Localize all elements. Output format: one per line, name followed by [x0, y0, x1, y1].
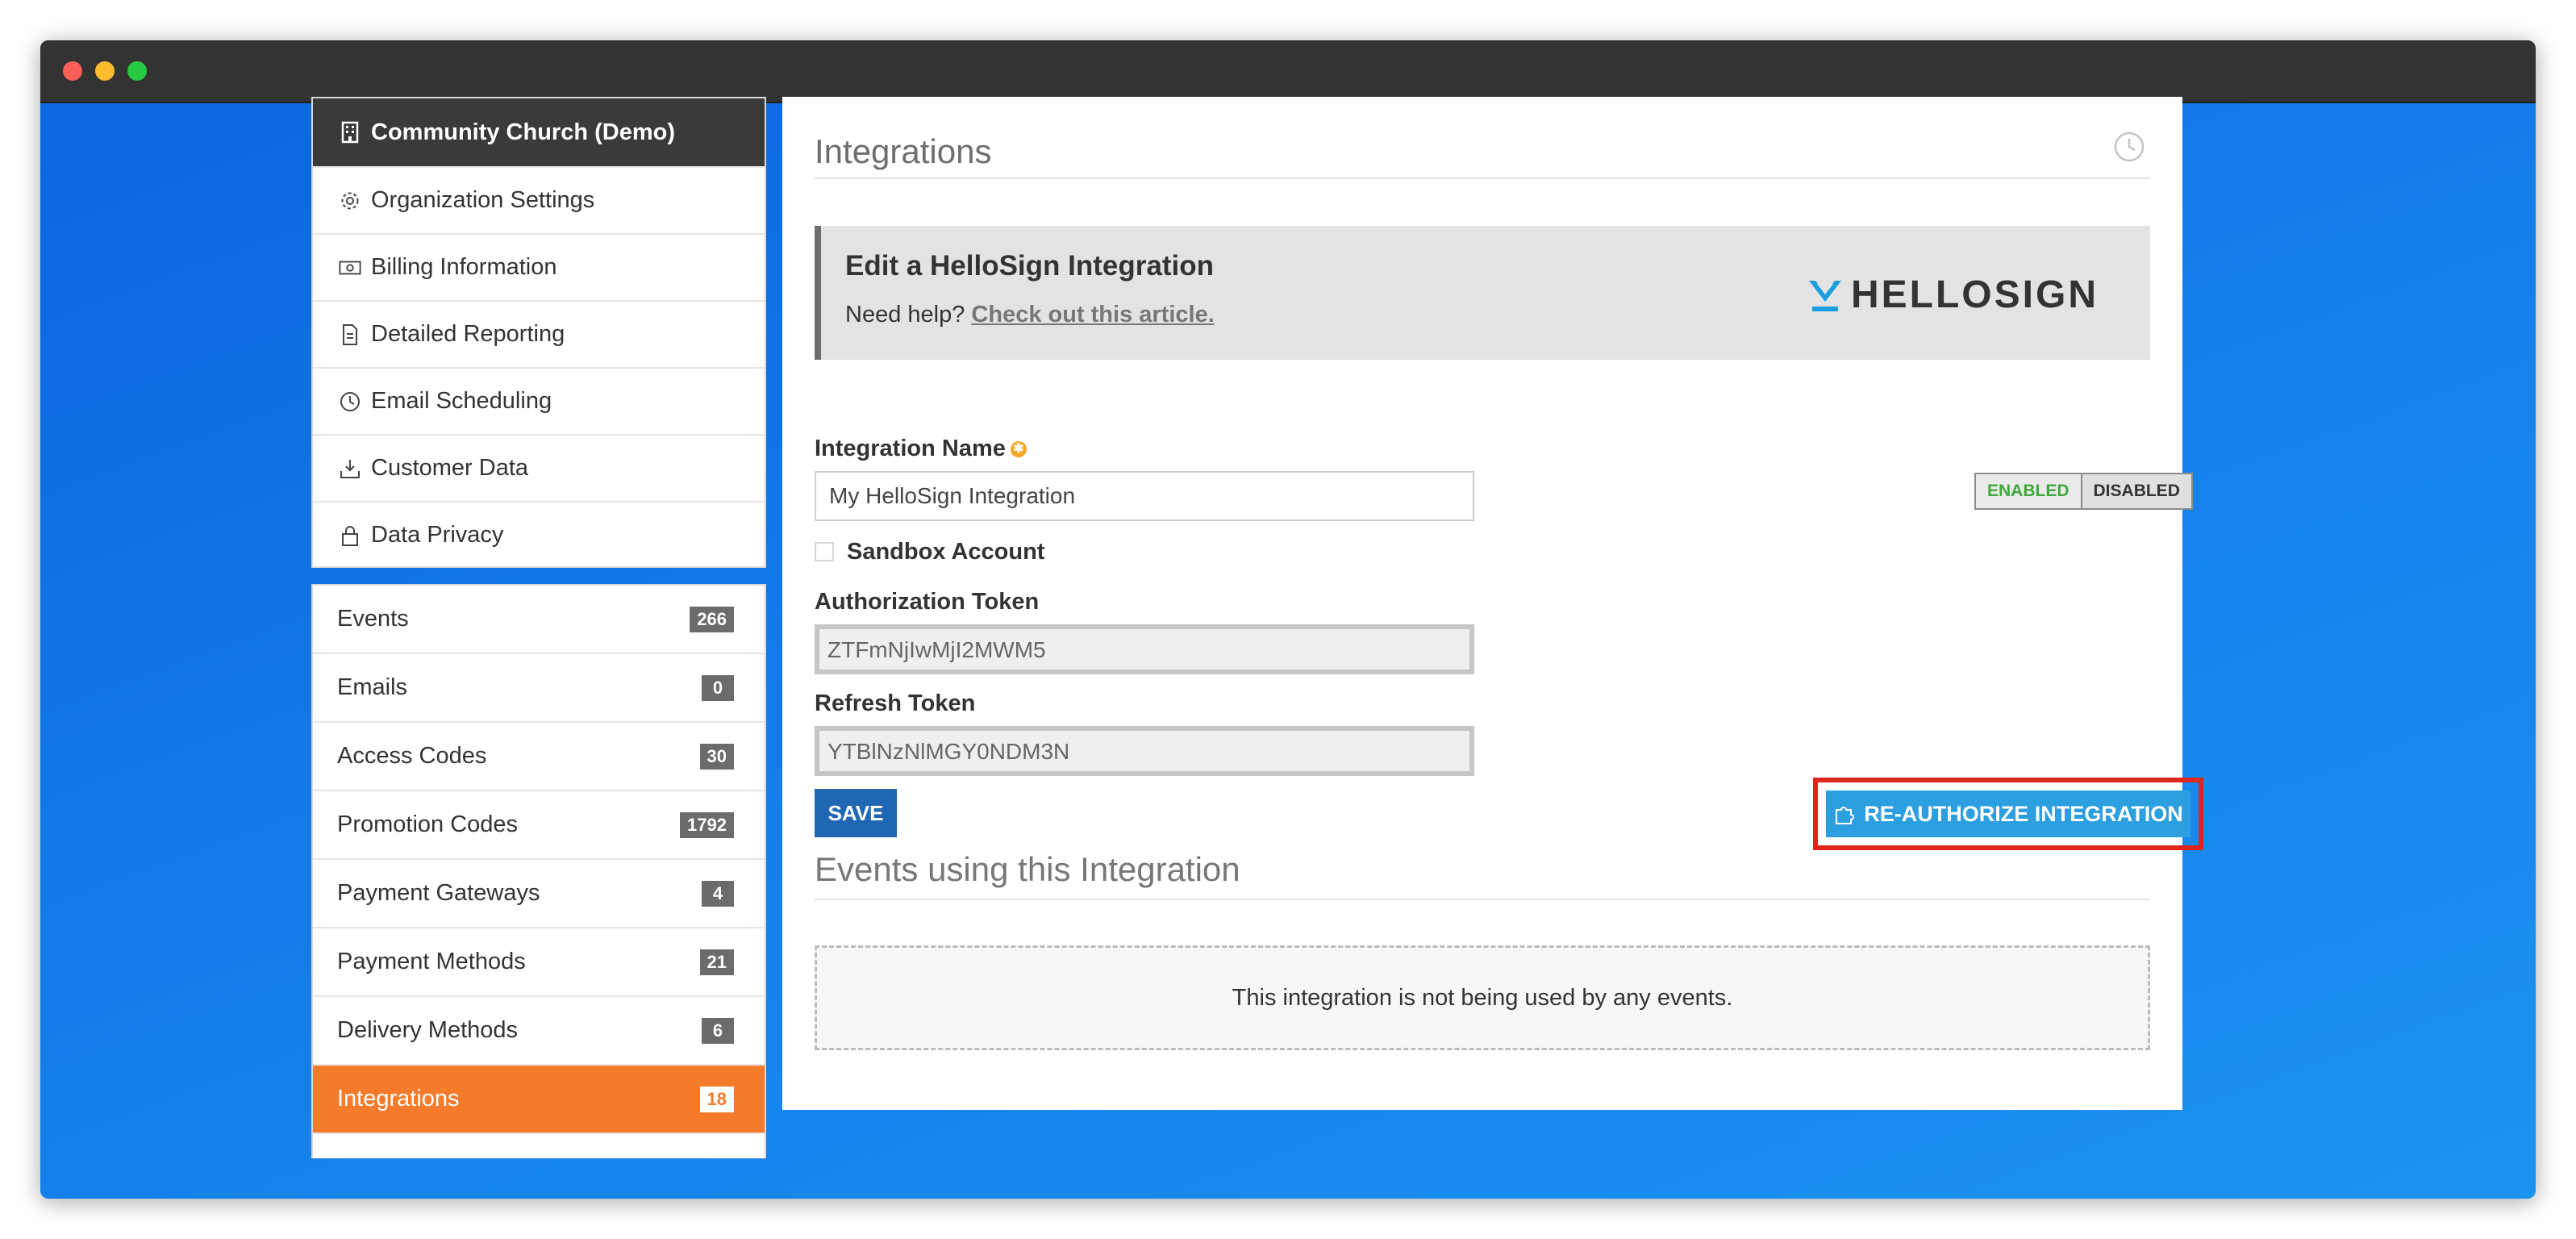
help-prefix: Need help?	[845, 302, 972, 327]
help-article-link[interactable]: Check out this article.	[971, 302, 1214, 327]
refresh-token-label: Refresh Token	[815, 690, 976, 716]
nav-item-label: Promotion Codes	[337, 811, 519, 837]
page-title: Integrations	[815, 132, 992, 170]
events-section-title: Events using this Integration	[815, 850, 1240, 888]
menu-item-email-scheduling[interactable]: Email Scheduling	[313, 367, 765, 434]
events-empty-state: This integration is not being used by an…	[815, 945, 2150, 1050]
save-button[interactable]: SAVE	[815, 789, 897, 837]
organization-menu: Community Church (Demo) Organization Set…	[311, 97, 766, 568]
nav-item-promotion-codes[interactable]: Promotion Codes 1792	[313, 791, 765, 860]
title-bar	[40, 40, 2536, 103]
banner-title: Edit a HelloSign Integration	[845, 250, 1214, 282]
nav-item-payment-gateways[interactable]: Payment Gateways 4	[313, 860, 765, 928]
history-clock-icon[interactable]	[2113, 131, 2145, 163]
reauthorize-integration-button[interactable]: RE-AUTHORIZE INTEGRATION	[1826, 791, 2190, 837]
nav-item-access-codes[interactable]: Access Codes 30	[313, 723, 765, 791]
organization-name-header[interactable]: Community Church (Demo)	[313, 98, 765, 166]
authorization-token-field[interactable]: ZTFmNjIwMjI2MWM5	[815, 624, 1474, 674]
count-badge: 21	[699, 949, 734, 975]
nav-item-label: Emails	[337, 674, 408, 700]
integration-name-input[interactable]	[815, 471, 1474, 521]
download-tray-icon	[339, 457, 361, 480]
document-icon	[339, 323, 361, 346]
menu-item-customer-data[interactable]: Customer Data	[313, 434, 765, 501]
reauthorize-highlight: RE-AUTHORIZE INTEGRATION	[1813, 778, 2203, 850]
authorization-token-value: ZTFmNjIwMjI2MWM5	[827, 637, 1046, 662]
count-badge: 30	[699, 743, 734, 770]
menu-item-label: Data Privacy	[371, 522, 504, 548]
close-window-button[interactable]	[63, 61, 82, 81]
events-section-divider	[815, 899, 2150, 900]
sandbox-account-checkbox[interactable]	[815, 542, 834, 561]
integration-name-label-text: Integration Name	[815, 436, 1006, 461]
refresh-token-value: YTBlNzNlMGY0NDM3N	[827, 739, 1070, 764]
count-badge: 1792	[680, 811, 734, 838]
sandbox-account-label: Sandbox Account	[847, 539, 1045, 565]
refresh-token-field[interactable]: YTBlNzNlMGY0NDM3N	[815, 726, 1474, 776]
nav-item-emails[interactable]: Emails 0	[313, 654, 765, 723]
nav-item-payment-methods[interactable]: Payment Methods 21	[313, 928, 765, 997]
reauthorize-label: RE-AUTHORIZE INTEGRATION	[1864, 801, 2183, 826]
hellosign-mark-icon	[1808, 280, 1841, 311]
nav-item-label: Payment Gateways	[337, 880, 540, 906]
menu-item-billing-information[interactable]: Billing Information	[313, 233, 765, 300]
nav-item-label: Events	[337, 606, 409, 632]
nav-item-label: Access Codes	[337, 743, 487, 769]
menu-item-organization-settings[interactable]: Organization Settings	[313, 166, 765, 233]
building-icon	[339, 121, 361, 144]
nav-item-events[interactable]: Events 266	[313, 586, 765, 654]
main-panel: Integrations Edit a HelloSign Integratio…	[782, 97, 2203, 1110]
clock-icon	[339, 390, 361, 413]
hellosign-wordmark: HELLOSIGN	[1850, 273, 2099, 316]
menu-item-label: Email Scheduling	[371, 388, 552, 414]
required-asterisk-icon: ✱	[1010, 441, 1027, 458]
nav-item-delivery-methods[interactable]: Delivery Methods 6	[313, 997, 765, 1066]
menu-item-detailed-reporting[interactable]: Detailed Reporting	[313, 300, 765, 367]
organization-name: Community Church (Demo)	[371, 119, 675, 145]
hellosign-logo: HELLOSIGN	[1807, 273, 2099, 317]
token-field-inner: YTBlNzNlMGY0NDM3N	[819, 731, 1469, 771]
status-toggle[interactable]: ENABLED DISABLED	[1974, 473, 2193, 510]
nav-item-label: Payment Methods	[337, 949, 526, 974]
lock-icon	[339, 524, 361, 547]
zoom-window-button[interactable]	[127, 61, 147, 81]
banknote-icon	[339, 257, 361, 279]
count-badge: 4	[702, 880, 734, 907]
puzzle-piece-icon	[1833, 802, 1857, 826]
navigation-menu: Events 266 Emails 0 Access Codes 30 Prom…	[311, 584, 766, 1158]
gear-icon	[339, 190, 361, 212]
integration-name-label: Integration Name ✱	[815, 436, 1027, 462]
disabled-option[interactable]: DISABLED	[2082, 474, 2191, 508]
token-field-inner: ZTFmNjIwMjI2MWM5	[819, 629, 1469, 670]
authorization-token-label: Authorization Token	[815, 589, 1040, 615]
banner-help-text: Need help? Check out this article.	[845, 302, 1215, 328]
count-badge: 266	[690, 606, 734, 632]
minimize-window-button[interactable]	[95, 61, 115, 81]
menu-item-data-privacy[interactable]: Data Privacy	[313, 501, 765, 568]
nav-item-label: Delivery Methods	[337, 1017, 519, 1043]
count-badge: 18	[699, 1086, 734, 1112]
enabled-option[interactable]: ENABLED	[1976, 474, 2082, 508]
title-divider	[815, 177, 2150, 179]
nav-item-label: Integrations	[337, 1086, 460, 1112]
integration-banner: Edit a HelloSign Integration Need help? …	[815, 226, 2150, 360]
menu-item-label: Detailed Reporting	[371, 321, 565, 347]
nav-item-integrations[interactable]: Integrations 18	[313, 1066, 765, 1134]
menu-item-label: Billing Information	[371, 254, 557, 280]
count-badge: 6	[702, 1017, 734, 1044]
menu-item-label: Customer Data	[371, 455, 529, 481]
count-badge: 0	[702, 674, 734, 701]
menu-item-label: Organization Settings	[371, 187, 595, 213]
